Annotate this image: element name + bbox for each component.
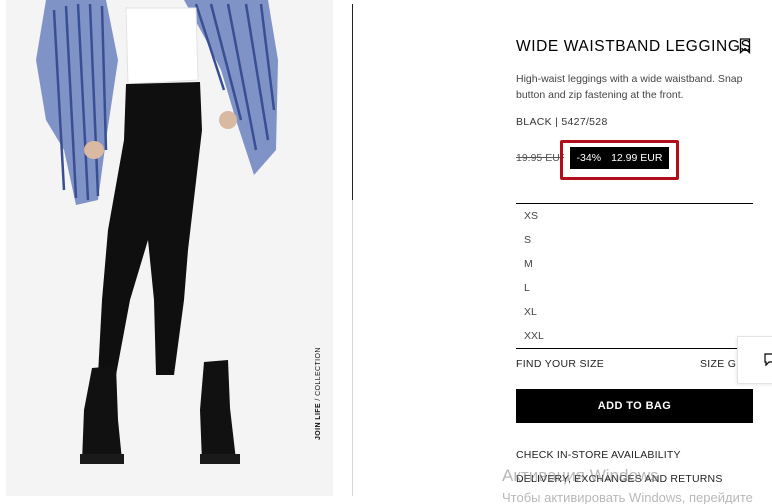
check-store-availability-link[interactable]: CHECK IN-STORE AVAILABILITY [516, 449, 681, 461]
chat-icon [764, 353, 772, 367]
size-option[interactable]: M [524, 258, 533, 270]
product-image[interactable]: JOIN LIFE / COLLECTION [6, 0, 333, 496]
price-badge: -34% 12.99 EUR [570, 147, 669, 169]
size-option[interactable]: XXL [524, 330, 544, 342]
find-your-size-link[interactable]: FIND YOUR SIZE [516, 358, 604, 370]
size-list: XS S M L XL XXL [516, 203, 753, 349]
product-description: High-waist leggings with a wide waistban… [516, 73, 743, 101]
size-option[interactable]: XS [524, 210, 538, 222]
collection-tag-rest: / COLLECTION [315, 347, 322, 403]
size-option[interactable]: L [524, 282, 530, 294]
chat-tab[interactable] [737, 336, 772, 384]
divider-line-light [352, 200, 353, 496]
windows-activation-hint: Чтобы активировать Windows, перейдите [502, 490, 753, 504]
collection-tag-bold: JOIN LIFE [315, 402, 322, 440]
divider-line [352, 4, 353, 200]
size-option[interactable]: XL [524, 306, 537, 318]
product-reference: BLACK | 5427/528 [516, 116, 608, 128]
bookmark-icon[interactable] [739, 38, 751, 54]
current-price: 12.99 EUR [611, 152, 663, 164]
delivery-returns-link[interactable]: DELIVERY, EXCHANGES AND RETURNS [516, 473, 723, 485]
old-price: 19.95 EUR [516, 152, 564, 164]
size-guide-link[interactable]: SIZE GUIDE [700, 358, 738, 370]
add-to-bag-button[interactable]: ADD TO BAG [516, 389, 753, 423]
size-option[interactable]: S [524, 234, 531, 246]
product-title: WIDE WAISTBAND LEGGINGS [516, 38, 752, 55]
discount-percent: -34% [576, 152, 602, 164]
collection-tag: JOIN LIFE / COLLECTION [315, 347, 322, 440]
product-illustration [6, 0, 333, 496]
